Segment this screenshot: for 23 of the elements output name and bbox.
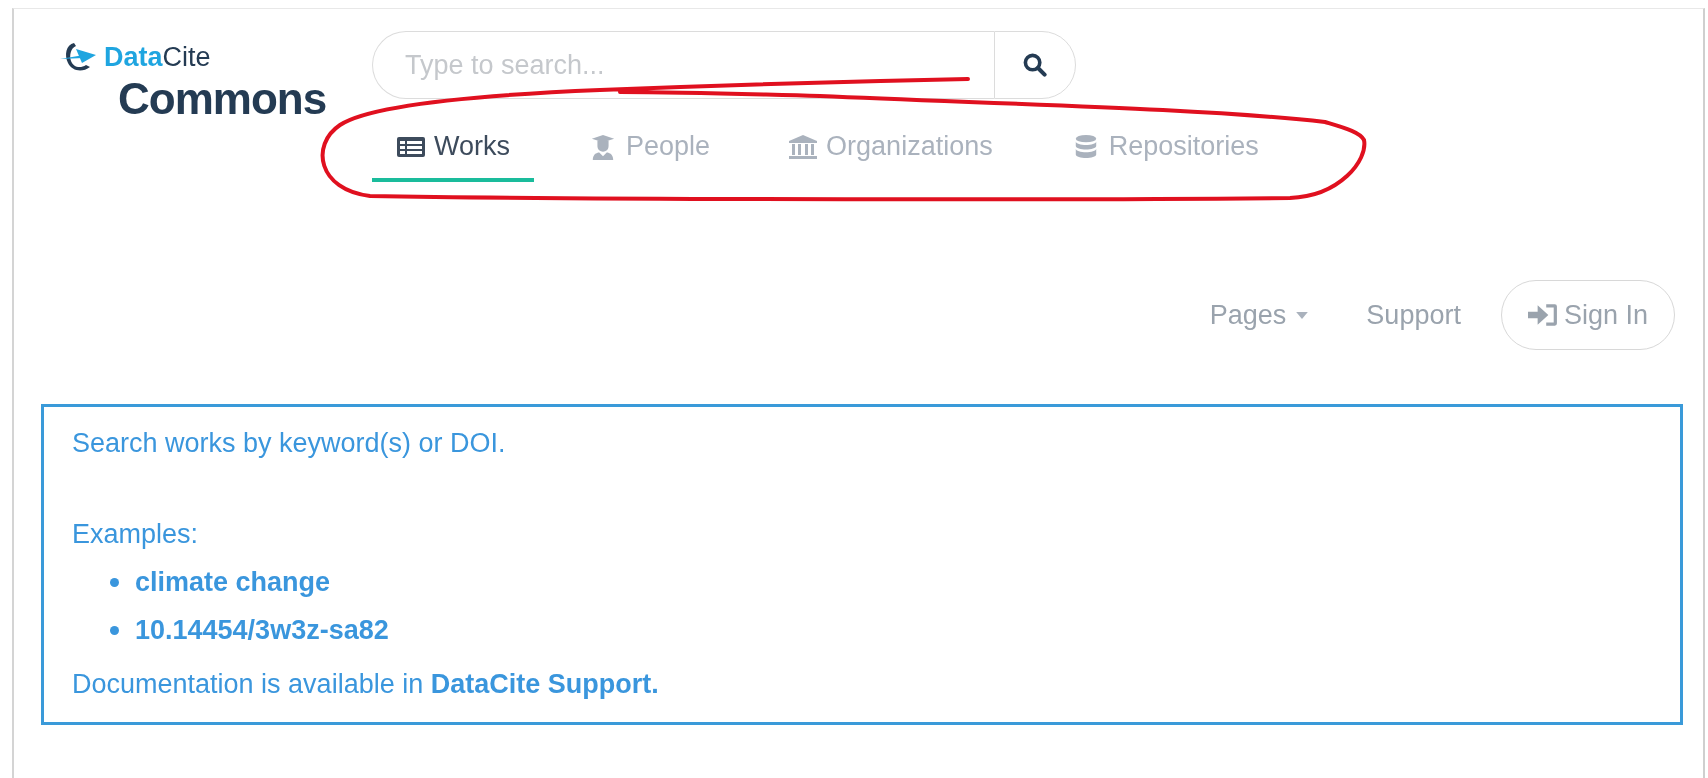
intro-text: Search works by keyword(s) or DOI. <box>72 427 507 460</box>
brand-name: DataCite <box>104 41 211 73</box>
bullet-icon <box>110 625 119 635</box>
nav-tab[interactable]: People <box>564 119 735 182</box>
example-link[interactable]: 10.14454/3w3z-sa82 <box>135 606 389 654</box>
caret-icon <box>1296 311 1309 319</box>
examples-label: Examples: <box>72 518 200 551</box>
search-field[interactable]: Type to search... <box>372 31 994 99</box>
search-button[interactable] <box>994 31 1076 99</box>
example-link[interactable]: climate change <box>135 558 331 606</box>
search-icon <box>1023 53 1047 77</box>
product-name: Commons <box>118 75 328 123</box>
documentation-text: Documentation is available in DataCite Support. <box>72 668 660 701</box>
sign-in-icon <box>1527 302 1558 328</box>
nav-tab[interactable]: Organizations <box>764 119 1017 182</box>
bullet-icon <box>110 577 119 587</box>
building-icon <box>788 133 819 160</box>
sign-in-button[interactable]: Sign In <box>1500 280 1675 350</box>
pages-dropdown[interactable]: Pages <box>1209 299 1309 331</box>
support-link[interactable]: DataCite Support. <box>430 669 659 699</box>
nav-tab[interactable]: Works <box>372 119 534 182</box>
nav-tab[interactable]: Repositories <box>1046 119 1283 182</box>
support-link[interactable]: Support <box>1366 299 1461 331</box>
